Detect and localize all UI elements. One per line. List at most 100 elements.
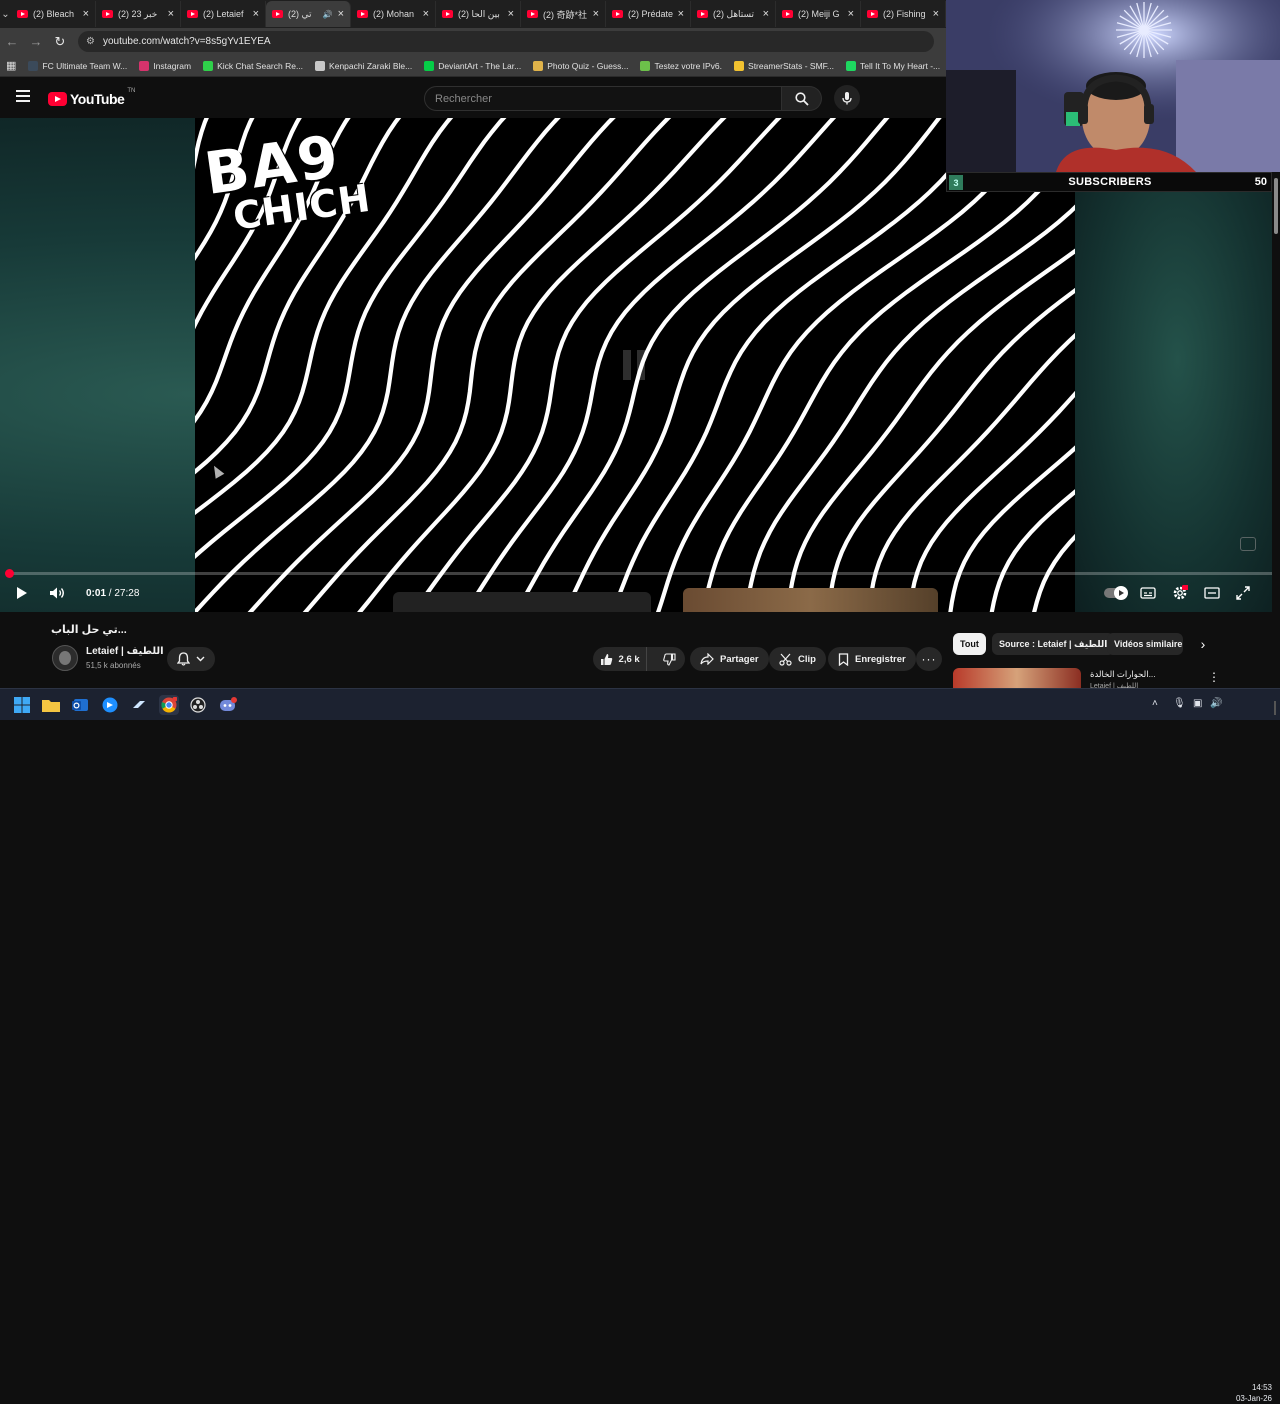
- recommended-thumbnail[interactable]: [953, 668, 1081, 688]
- subtitles-button[interactable]: [1139, 584, 1157, 602]
- recommended-more-icon[interactable]: ⋮: [1208, 670, 1220, 684]
- close-tab-icon[interactable]: ×: [848, 8, 854, 20]
- close-tab-icon[interactable]: ×: [83, 8, 89, 20]
- end-screen-thumbnail[interactable]: [393, 592, 651, 612]
- bookmark-item[interactable]: Kick Chat Search Re...: [203, 60, 303, 71]
- close-tab-icon[interactable]: ×: [168, 8, 174, 20]
- bookmark-item[interactable]: Testez votre IPv6.: [640, 60, 722, 71]
- wave-line: [195, 118, 209, 612]
- outlook-icon[interactable]: [70, 695, 90, 715]
- end-screen-thumbnail[interactable]: [683, 588, 938, 612]
- dislike-button[interactable]: [653, 647, 685, 671]
- search-input[interactable]: Rechercher: [424, 86, 782, 111]
- bookmark-item[interactable]: Photo Quiz - Guess...: [533, 60, 628, 71]
- voice-search-button[interactable]: [834, 85, 860, 111]
- bookmark-favicon-icon: [640, 60, 651, 71]
- close-tab-icon[interactable]: ×: [423, 8, 429, 20]
- share-icon: [700, 653, 714, 665]
- bookmark-item[interactable]: DeviantArt - The Lar...: [424, 60, 521, 71]
- chip-similar[interactable]: Vidéos similaire: [1107, 633, 1183, 655]
- browser-tab[interactable]: (2) تي 🔊 ×: [266, 1, 351, 27]
- close-tab-icon[interactable]: ×: [763, 8, 769, 20]
- youtube-logo[interactable]: YouTube TN: [48, 88, 135, 107]
- speaker-tray-icon[interactable]: 🔊: [1210, 698, 1222, 709]
- page-scrollbar[interactable]: [1272, 172, 1280, 688]
- discord-icon[interactable]: [218, 695, 238, 715]
- close-tab-icon[interactable]: ×: [593, 8, 599, 20]
- more-actions-button[interactable]: ···: [916, 647, 942, 671]
- display-tray-icon[interactable]: ▣: [1193, 698, 1202, 709]
- reload-button[interactable]: ↻: [48, 28, 72, 55]
- app-icon[interactable]: [100, 695, 120, 715]
- scrollbar-thumb[interactable]: [1274, 178, 1278, 234]
- share-button[interactable]: Partager: [690, 647, 769, 671]
- scrubber-handle[interactable]: [5, 569, 14, 578]
- progress-bar[interactable]: [8, 572, 1272, 575]
- subscriber-goal-bar: 3 SUBSCRIBERS 50: [946, 172, 1272, 192]
- close-tab-icon[interactable]: ×: [253, 8, 259, 20]
- theater-mode-button[interactable]: [1203, 584, 1221, 602]
- mute-button[interactable]: [48, 584, 66, 602]
- save-button[interactable]: Enregistrer: [828, 647, 916, 671]
- fullscreen-button[interactable]: [1235, 584, 1251, 602]
- browser-tab[interactable]: (2) بين الحا ×: [436, 1, 521, 27]
- steam-icon[interactable]: [129, 695, 149, 715]
- browser-tab[interactable]: (2) 奇跡*社 ×: [521, 1, 606, 27]
- thumbs-down-icon: [662, 652, 676, 666]
- close-tab-icon[interactable]: ×: [508, 8, 514, 20]
- obs-icon[interactable]: [188, 695, 208, 715]
- browser-tab[interactable]: (2) Meiji G ×: [776, 1, 861, 27]
- browser-tab[interactable]: (2) Prédate ×: [606, 1, 691, 27]
- miniplayer-hint-icon[interactable]: [1240, 537, 1256, 551]
- file-explorer-icon[interactable]: [41, 695, 61, 715]
- miniplayer-icon: [1204, 587, 1220, 599]
- apps-icon[interactable]: ▦: [6, 59, 16, 72]
- browser-tab[interactable]: (2) Letaief ×: [181, 1, 266, 27]
- forward-button[interactable]: →: [24, 28, 48, 55]
- channel-avatar[interactable]: [52, 645, 78, 671]
- bookmark-item[interactable]: Instagram: [139, 60, 191, 71]
- tab-search-button[interactable]: ⌄: [0, 0, 11, 28]
- chevron-up-icon[interactable]: ˄: [1152, 698, 1158, 709]
- clip-button[interactable]: Clip: [769, 647, 826, 671]
- chrome-icon[interactable]: [159, 695, 179, 715]
- browser-tab[interactable]: (2) Fishing ×: [861, 1, 946, 27]
- back-button[interactable]: ←: [0, 28, 24, 55]
- close-tab-icon[interactable]: ×: [933, 8, 939, 20]
- like-button[interactable]: 2,6 k: [593, 647, 648, 671]
- goal-count: 50: [1254, 176, 1267, 188]
- browser-tab[interactable]: (2) 23 خبر ×: [96, 1, 181, 27]
- close-tab-icon[interactable]: ×: [678, 8, 684, 20]
- chevron-down-icon: [196, 656, 205, 662]
- video-player[interactable]: BA9 CHICH: [195, 118, 1075, 612]
- search-button[interactable]: [782, 86, 822, 111]
- notification-bell-button[interactable]: [167, 647, 215, 671]
- audio-playing-icon[interactable]: 🔊: [323, 10, 333, 19]
- channel-name[interactable]: Letaief | اللطيف: [86, 646, 164, 657]
- chip-source[interactable]: Source : Letaief | اللطيف: [992, 633, 1115, 655]
- show-desktop-button[interactable]: [1274, 701, 1276, 715]
- bookmark-favicon-icon: [734, 60, 745, 71]
- windows-start-icon[interactable]: [12, 695, 32, 715]
- autoplay-toggle[interactable]: [1104, 586, 1128, 600]
- site-info-icon[interactable]: ⚙: [86, 36, 95, 47]
- settings-button[interactable]: [1171, 584, 1189, 602]
- chip-all[interactable]: Tout: [953, 633, 986, 655]
- wave-line: [948, 445, 1075, 612]
- bookmark-item[interactable]: FC Ultimate Team W...: [28, 60, 127, 71]
- url-field[interactable]: ⚙ youtube.com/watch?v=8s5gYv1EYEA: [78, 31, 934, 52]
- browser-tab[interactable]: (2) تستاهل ×: [691, 1, 776, 27]
- menu-icon[interactable]: [16, 90, 30, 102]
- browser-tab[interactable]: (2) Bleach ×: [11, 1, 96, 27]
- close-tab-icon[interactable]: ×: [338, 8, 344, 20]
- bookmark-item[interactable]: Kenpachi Zaraki Ble...: [315, 60, 412, 71]
- bookmark-item[interactable]: StreamerStats - SMF...: [734, 60, 834, 71]
- microphone-tray-icon[interactable]: 🎙: [1173, 698, 1186, 709]
- browser-tab[interactable]: (2) Mohan ×: [351, 1, 436, 27]
- recommended-title[interactable]: الحوارات الخالدة...: [1090, 669, 1156, 680]
- system-clock[interactable]: 14:53 03-Jan-26: [1228, 1382, 1272, 1404]
- tab-strip: ⌄ (2) Bleach × (2) 23 خبر × (2) Letaief × (2) …: [0, 0, 946, 28]
- chevron-right-icon[interactable]: ›: [1196, 636, 1210, 652]
- play-button[interactable]: [14, 584, 30, 602]
- bookmark-item[interactable]: Tell It To My Heart -...: [846, 60, 940, 71]
